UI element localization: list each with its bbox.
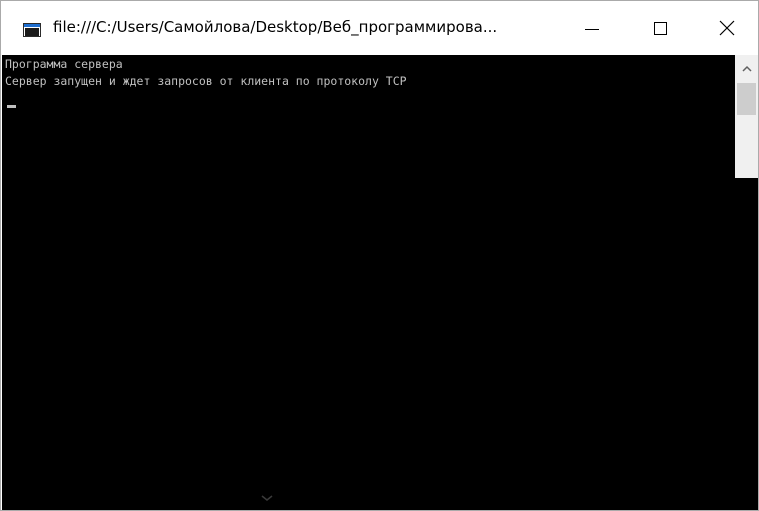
close-button[interactable] — [700, 1, 754, 55]
text-cursor — [7, 105, 16, 108]
chevron-up-icon — [741, 65, 752, 72]
maximize-icon — [653, 21, 667, 35]
app-icon-screen — [25, 28, 39, 36]
chevron-down-icon — [261, 495, 273, 501]
maximize-button[interactable] — [633, 1, 687, 55]
close-icon — [719, 20, 735, 36]
console-line: Программа сервера — [5, 57, 123, 71]
console-line: Сервер запущен и ждет запросов от клиент… — [5, 74, 407, 88]
console-app-icon[interactable] — [23, 23, 41, 37]
console-output-area[interactable]: Программа сервера Сервер запущен и ждет … — [2, 55, 735, 510]
scrollbar-lower-region — [735, 178, 758, 510]
title-bar[interactable]: file:///C:/Users/Самойлова/Desktop/Веб_п… — [1, 1, 758, 55]
console-window: file:///C:/Users/Самойлова/Desktop/Веб_п… — [0, 0, 759, 511]
scroll-up-button[interactable] — [735, 55, 758, 82]
minimize-icon — [585, 28, 599, 30]
minimize-button[interactable] — [565, 1, 619, 55]
app-icon-bar — [24, 24, 40, 27]
scroll-thumb[interactable] — [737, 83, 756, 115]
vertical-scrollbar[interactable] — [735, 55, 758, 178]
window-title: file:///C:/Users/Самойлова/Desktop/Веб_п… — [53, 18, 498, 36]
